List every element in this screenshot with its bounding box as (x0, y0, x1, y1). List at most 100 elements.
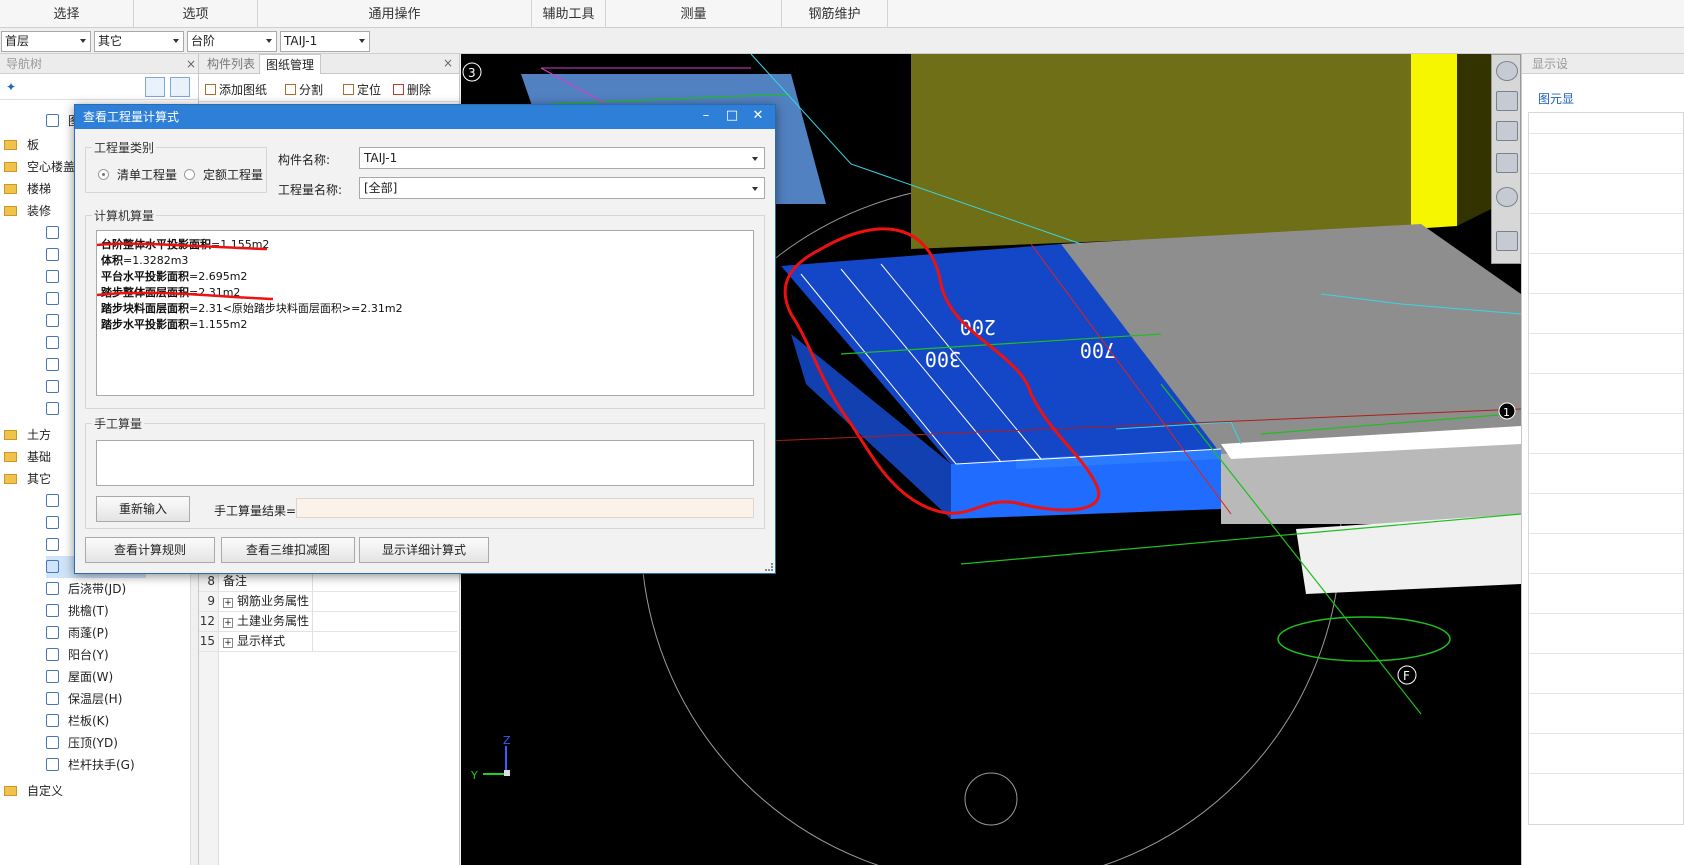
list-view-icon[interactable] (145, 77, 165, 97)
view-rules-button[interactable]: 查看计算规则 (85, 537, 215, 563)
property-row[interactable]: 15 + 显示样式 (199, 632, 457, 652)
pin-icon[interactable]: ✦ (6, 80, 16, 94)
tree-item[interactable] (46, 222, 68, 244)
grid-line (1529, 573, 1683, 574)
tree-folder-decoration[interactable]: 装修 (4, 200, 51, 222)
tree-item[interactable] (46, 266, 68, 288)
tree-item-balcony[interactable]: 阳台(Y) (46, 644, 109, 666)
tree-folder-earthwork[interactable]: 土方 (4, 424, 51, 446)
property-row[interactable]: 9 + 钢筋业务属性 (199, 592, 457, 612)
tree-item-coping[interactable]: 压顶(YD) (46, 732, 118, 754)
view-3d-icon[interactable] (1496, 121, 1518, 141)
minimize-icon[interactable]: – (695, 105, 717, 129)
formula-textbox[interactable]: 台阶整体水平投影面积=1.155m2 体积=1.3282m3 平台水平投影面积=… (96, 230, 754, 396)
tree-item-roof[interactable]: 屋面(W) (46, 666, 113, 688)
split-button[interactable]: 分割 (285, 81, 323, 98)
delete-button[interactable]: 删除 (393, 81, 431, 98)
tree-item-insulation[interactable]: 保温层(H) (46, 688, 122, 710)
property-row-number: 8 (199, 572, 219, 591)
tree-folder-label: 其它 (27, 472, 52, 486)
tree-item-canopy[interactable]: 雨蓬(P) (46, 622, 109, 644)
tree-item[interactable] (46, 512, 68, 534)
tree-item[interactable] (46, 310, 68, 332)
maximize-icon[interactable]: □ (721, 105, 743, 129)
expand-icon[interactable]: + (223, 618, 233, 628)
railing-board-icon (46, 714, 59, 727)
folder-icon (4, 184, 17, 194)
layer-icon[interactable] (1496, 231, 1518, 251)
ribbon-group-rebar[interactable]: 钢筋维护 (782, 0, 888, 28)
ribbon-group-measure[interactable]: 测量 (606, 0, 782, 28)
property-row[interactable]: 12 + 土建业务属性 (199, 612, 457, 632)
ribbon-group-common-ops[interactable]: 通用操作 (258, 0, 532, 28)
radio-bill-quantity[interactable]: 清单工程量 (98, 166, 177, 183)
tree-item-eave[interactable]: 挑檐(T) (46, 600, 109, 622)
tab-component-list[interactable]: 构件列表 (201, 54, 261, 74)
add-drawing-button[interactable]: 添加图纸 (205, 81, 267, 98)
close-icon[interactable]: × (443, 56, 453, 70)
tree-item-railing-board[interactable]: 栏板(K) (46, 710, 109, 732)
tree-folder-other[interactable]: 其它 (4, 468, 51, 490)
tree-item-handrail[interactable]: 栏杆扶手(G) (46, 754, 135, 776)
quantity-name-select[interactable]: [全部] (359, 177, 765, 199)
tree-folder-custom[interactable]: 自定义 (4, 780, 63, 802)
ceiling-icon (46, 336, 59, 349)
view-3d-deduction-button[interactable]: 查看三维扣减图 (221, 537, 355, 563)
expand-icon[interactable]: + (223, 638, 233, 648)
add-drawing-label: 添加图纸 (219, 83, 268, 97)
expand-icon[interactable]: + (223, 598, 233, 608)
manual-input-textbox[interactable] (96, 440, 754, 486)
component-name-select[interactable]: TAIJ-1 (359, 147, 765, 169)
tree-item[interactable] (46, 376, 68, 398)
tree-folder-label: 空心楼盖 (27, 160, 76, 174)
tree-item[interactable] (46, 490, 68, 512)
ribbon-group-select[interactable]: 选择 (0, 0, 134, 28)
view-2d-icon[interactable] (1496, 91, 1518, 111)
tree-item-label: 挑檐(T) (68, 604, 109, 618)
tree-item[interactable] (46, 398, 68, 420)
tree-folder-foundation[interactable]: 基础 (4, 446, 51, 468)
tree-folder-hollow-floor[interactable]: 空心楼盖 (4, 156, 75, 178)
floor-combo[interactable]: 首层 (1, 31, 91, 52)
grid-view-icon[interactable] (170, 77, 190, 97)
cube-view-icon[interactable] (1496, 153, 1518, 173)
component-combo[interactable]: TAIJ-1 (280, 31, 370, 52)
orbit-icon[interactable] (1496, 61, 1518, 81)
category-combo[interactable]: 其它 (94, 31, 184, 52)
locate-button[interactable]: 定位 (343, 81, 381, 98)
property-row[interactable]: 8 备注 (199, 572, 457, 592)
tree-item[interactable] (46, 354, 68, 376)
reinput-button[interactable]: 重新输入 (96, 496, 190, 522)
property-row-label: 备注 (221, 572, 313, 591)
display-grid (1528, 112, 1684, 825)
close-icon[interactable]: ✕ (747, 105, 769, 129)
tab-drawing-management[interactable]: 图纸管理 (259, 54, 322, 74)
property-label-text: 显示样式 (237, 634, 286, 648)
quantity-formula-dialog: 查看工程量计算式 – □ ✕ 工程量类别 清单工程量 定额工程量 构件名称: T… (74, 104, 776, 574)
grid-line (1529, 333, 1683, 334)
tree-item[interactable] (46, 244, 68, 266)
rotate-icon[interactable] (1496, 187, 1518, 207)
radio-quota-quantity[interactable]: 定额工程量 (184, 166, 263, 183)
tree-folder-label: 楼梯 (27, 182, 52, 196)
show-detailed-formula-button[interactable]: 显示详细计算式 (359, 537, 489, 563)
tree-folder-slab[interactable]: 板 (4, 134, 39, 156)
building-area-icon (46, 494, 59, 507)
close-icon[interactable]: × (186, 54, 196, 74)
dialog-titlebar[interactable]: 查看工程量计算式 – □ ✕ (75, 105, 775, 129)
white-step-face (1296, 514, 1521, 594)
tab-element-display[interactable]: 图元显 (1538, 90, 1574, 107)
tree-item-post-cast-strip[interactable]: 后浇带(JD) (46, 578, 126, 600)
ribbon-group-aux-tools[interactable]: 辅助工具 (532, 0, 606, 28)
ribbon-group-options[interactable]: 选项 (134, 0, 258, 28)
tree-item[interactable] (46, 288, 68, 310)
manual-result-label: 手工算量结果= (214, 504, 297, 518)
tree-folder-stairs[interactable]: 楼梯 (4, 178, 51, 200)
resize-grip-icon[interactable] (765, 563, 773, 571)
tree-item[interactable] (46, 534, 68, 556)
tree-item[interactable] (46, 332, 68, 354)
type-combo[interactable]: 台阶 (187, 31, 277, 52)
dim-300: 300 (925, 347, 961, 371)
add-drawing-icon (205, 84, 216, 95)
property-label-text: 备注 (223, 574, 248, 588)
